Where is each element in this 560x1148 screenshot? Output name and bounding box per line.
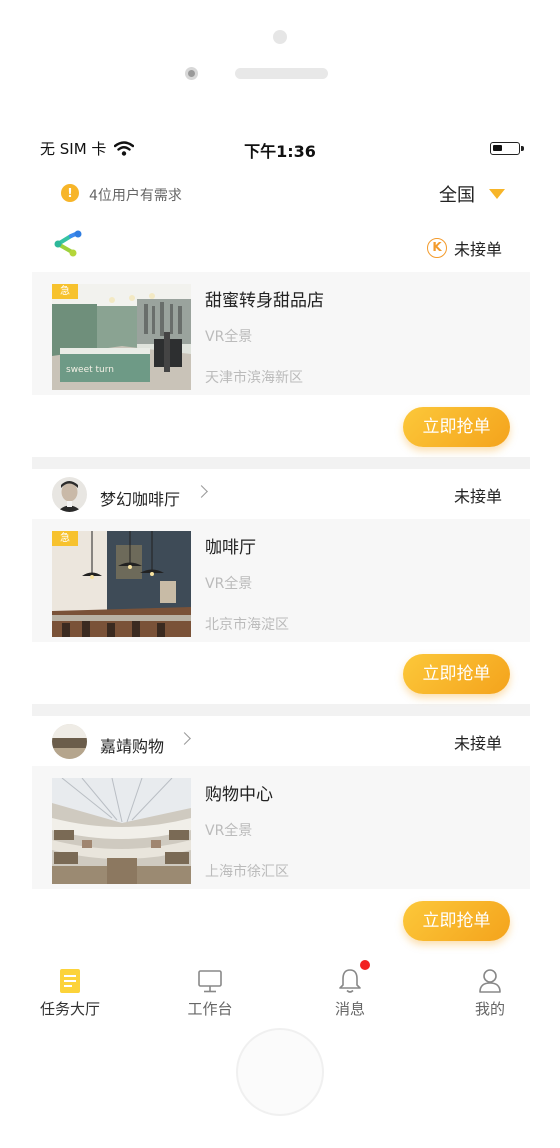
task-location: 上海市徐汇区 (205, 864, 289, 880)
tab-label: 消息 (334, 1000, 365, 1018)
task-title: 咖啡厅 (205, 538, 256, 558)
grab-order-button[interactable]: 立即抢单 (403, 901, 510, 941)
order-status-icon: K (426, 238, 447, 258)
task-status: 未接单 (454, 483, 502, 507)
task-title: 甜蜜转身甜品店 (205, 291, 324, 311)
task-card-header: K 未接单 (32, 222, 530, 272)
home-button[interactable] (236, 1028, 324, 1116)
task-card-footer: 立即抢单 (32, 395, 530, 457)
avatar[interactable] (52, 724, 87, 759)
grab-order-button[interactable]: 立即抢单 (403, 654, 510, 694)
task-feed[interactable]: K 未接单 sweet turn 急 甜蜜转身甜品店 VR全景 天津市滨海新区 … (32, 222, 530, 958)
demand-notice-text: 4位用户有需求 (89, 188, 182, 204)
task-hall-icon (60, 969, 80, 993)
svg-text:sweet turn: sweet turn (66, 365, 114, 375)
tab-label: 工作台 (187, 1000, 233, 1018)
alert-icon: ! (61, 184, 79, 202)
task-title: 购物中心 (205, 785, 273, 805)
task-card[interactable]: 嘉靖购物 未接单 购物中心 VR全景 上海市徐汇区 立即抢单 (32, 716, 530, 951)
grab-order-button[interactable]: 立即抢单 (403, 407, 510, 447)
task-type: VR全景 (205, 823, 253, 839)
task-status: 未接单 (454, 730, 502, 754)
tab-workbench[interactable]: 工作台 (140, 958, 280, 1030)
task-status-label: 未接单 (453, 734, 502, 753)
task-status-label: 未接单 (453, 240, 502, 259)
tab-profile[interactable]: 我的 (420, 958, 560, 1030)
card-divider (32, 704, 530, 716)
notice-bar: ! 4位用户有需求 全国 (0, 176, 560, 216)
urgent-badge: 急 (52, 284, 78, 299)
battery-icon (490, 142, 524, 155)
task-card-header[interactable]: 梦幻咖啡厅 未接单 (32, 469, 530, 519)
profile-icon (479, 969, 501, 993)
status-time: 下午1:36 (244, 142, 316, 161)
shop-name[interactable]: 梦幻咖啡厅 (100, 486, 180, 510)
dropdown-triangle-icon (489, 189, 505, 199)
task-card-header[interactable]: 嘉靖购物 未接单 (32, 716, 530, 766)
card-divider (32, 457, 530, 469)
avatar[interactable] (52, 477, 87, 512)
brand-logo-icon (54, 230, 82, 257)
device-top-bezel (0, 0, 560, 120)
task-card[interactable]: 梦幻咖啡厅 未接单 急 咖啡厅 VR全景 北京市海淀区 立即抢单 (32, 469, 530, 704)
task-card-footer: 立即抢单 (32, 642, 530, 704)
task-card-body[interactable]: sweet turn 急 甜蜜转身甜品店 VR全景 天津市滨海新区 (32, 272, 530, 395)
region-label: 全国 (439, 185, 475, 206)
cafe-photo: 急 (52, 531, 191, 637)
earpiece-speaker (235, 68, 328, 79)
mall-photo (52, 778, 191, 884)
unread-badge-dot (360, 960, 370, 970)
shop-name[interactable]: 嘉靖购物 (100, 733, 164, 757)
task-card[interactable]: K 未接单 sweet turn 急 甜蜜转身甜品店 VR全景 天津市滨海新区 … (32, 222, 530, 457)
chevron-right-icon (195, 485, 208, 498)
task-status: K 未接单 (426, 236, 502, 260)
status-bar: 无 SIM 卡 下午1:36 (0, 134, 560, 162)
chevron-right-icon (178, 732, 191, 745)
task-card-body[interactable]: 购物中心 VR全景 上海市徐汇区 (32, 766, 530, 889)
tab-task-hall[interactable]: 任务大厅 (0, 958, 140, 1030)
proximity-sensor (185, 67, 198, 80)
task-status-label: 未接单 (453, 487, 502, 506)
task-card-body[interactable]: 急 咖啡厅 VR全景 北京市海淀区 (32, 519, 530, 642)
tab-label: 我的 (474, 1000, 505, 1018)
urgent-badge: 急 (52, 531, 78, 546)
task-location: 北京市海淀区 (205, 617, 289, 633)
task-type: VR全景 (205, 576, 253, 592)
monitor-icon (198, 970, 222, 993)
region-selector[interactable]: 全国 (439, 181, 505, 207)
task-location: 天津市滨海新区 (205, 370, 303, 386)
bell-icon (339, 969, 361, 993)
front-camera (273, 30, 287, 44)
dessert-shop-photo: sweet turn 急 (52, 284, 191, 390)
task-type: VR全景 (205, 329, 253, 345)
task-card-footer: 立即抢单 (32, 889, 530, 951)
tab-messages[interactable]: 消息 (280, 958, 420, 1030)
tab-label: 任务大厅 (39, 1000, 100, 1018)
bottom-tab-bar: 任务大厅 工作台 消息 我的 (0, 958, 560, 1030)
